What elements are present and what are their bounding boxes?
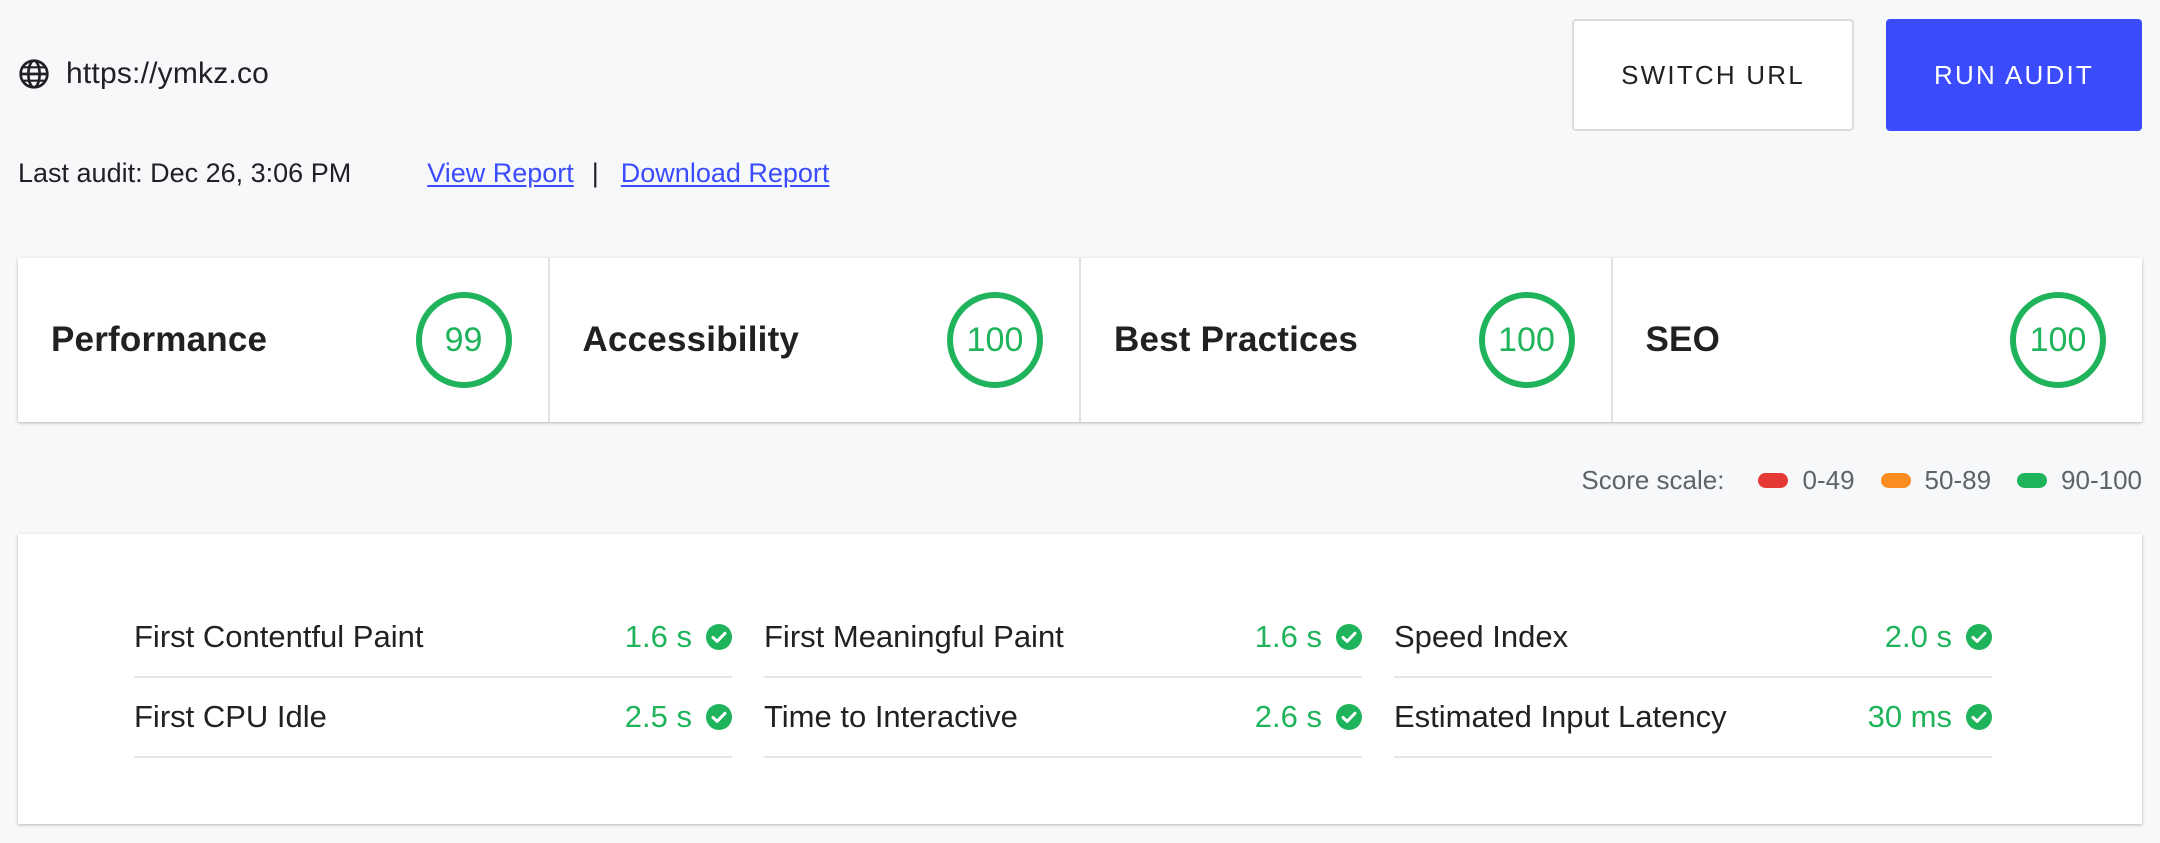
last-audit-row: Last audit: Dec 26, 3:06 PM View Report … [18, 155, 829, 191]
metric-value: 30 ms [1867, 699, 1952, 734]
score-scale-legend: Score scale: 0-49 50-89 90-100 [1581, 462, 2142, 498]
legend-item-high: 90-100 [2017, 465, 2142, 496]
score-gauge: 100 [1478, 292, 1575, 388]
orange-pill-icon [1880, 472, 1911, 488]
link-separator: | [591, 157, 599, 188]
category-scores: Performance 99 Accessibility 100 Best Pr… [18, 258, 2142, 422]
metric-value: 1.6 s [1254, 619, 1322, 654]
metric-name: Time to Interactive [764, 699, 1018, 734]
metric-row: First Meaningful Paint 1.6 s [764, 598, 1362, 678]
site-url-row: https://ymkz.co [18, 56, 269, 92]
category-label: Performance [51, 320, 268, 359]
category-best-practices[interactable]: Best Practices 100 [1081, 258, 1613, 422]
metric-name: Speed Index [1394, 619, 1569, 654]
check-circle-icon [1336, 704, 1362, 730]
run-audit-button[interactable]: RUN AUDIT [1886, 19, 2142, 131]
green-pill-icon [2017, 472, 2048, 488]
last-audit-text: Last audit: Dec 26, 3:06 PM [18, 157, 352, 188]
metric-name: First Meaningful Paint [764, 619, 1064, 654]
legend-range: 0-49 [1802, 464, 1855, 495]
check-circle-icon [1966, 704, 1992, 730]
score-gauge: 100 [947, 292, 1043, 388]
metric-name: First CPU Idle [134, 699, 327, 734]
category-accessibility[interactable]: Accessibility 100 [550, 258, 1081, 422]
metric-row: Speed Index 2.0 s [1394, 598, 1992, 678]
metrics-panel: First Contentful Paint 1.6 s First Meani… [18, 534, 2142, 824]
globe-icon [18, 58, 50, 90]
score-scale-label: Score scale: [1581, 464, 1725, 495]
metric-name: Estimated Input Latency [1394, 699, 1727, 734]
metric-value: 2.6 s [1254, 699, 1322, 734]
legend-range: 50-89 [1924, 464, 1992, 495]
metric-row: Time to Interactive 2.6 s [764, 678, 1362, 758]
legend-item-low: 0-49 [1758, 464, 1855, 496]
category-performance[interactable]: Performance 99 [18, 258, 550, 422]
metric-value: 2.0 s [1884, 619, 1952, 654]
download-report-link[interactable]: Download Report [621, 158, 830, 189]
category-seo[interactable]: SEO 100 [1613, 258, 2143, 422]
metric-row: First Contentful Paint 1.6 s [134, 598, 732, 678]
check-circle-icon [706, 704, 732, 730]
legend-item-mid: 50-89 [1880, 464, 1992, 496]
metric-name: First Contentful Paint [134, 619, 424, 654]
site-url: https://ymkz.co [66, 57, 270, 90]
score-gauge: 99 [415, 292, 512, 388]
check-circle-icon [1336, 624, 1362, 650]
view-report-link[interactable]: View Report [427, 158, 574, 189]
category-label: Accessibility [582, 320, 800, 359]
check-circle-icon [706, 624, 732, 650]
switch-url-button[interactable]: SWITCH URL [1572, 19, 1854, 131]
score-gauge: 100 [2010, 292, 2106, 388]
category-label: SEO [1645, 320, 1721, 359]
metric-row: Estimated Input Latency 30 ms [1394, 678, 1992, 758]
red-pill-icon [1758, 472, 1789, 488]
category-label: Best Practices [1114, 320, 1359, 359]
metric-row: First CPU Idle 2.5 s [134, 678, 732, 758]
metric-value: 2.5 s [624, 699, 692, 734]
check-circle-icon [1966, 624, 1992, 650]
metric-value: 1.6 s [624, 619, 692, 654]
legend-range: 90-100 [2061, 464, 2142, 495]
